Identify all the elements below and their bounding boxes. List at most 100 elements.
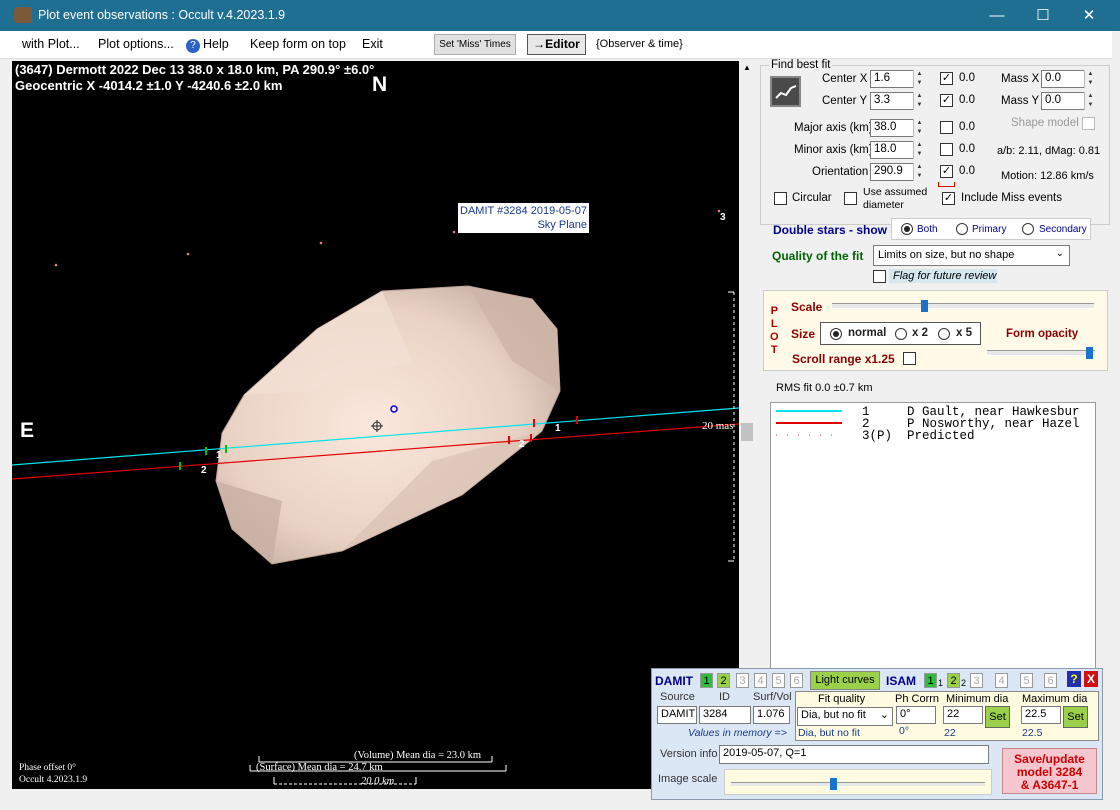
quality-select[interactable]: Limits on size, but no shape ⌄ (873, 245, 1070, 266)
use-assumed-label: Use assumed (863, 186, 928, 198)
scroll-thumb[interactable] (741, 423, 753, 441)
isam-model-3-button[interactable]: 3 (970, 673, 983, 688)
mass-x-input[interactable]: 0.0 (1041, 70, 1085, 88)
secondary-radio[interactable] (1022, 223, 1034, 235)
both-radio[interactable] (901, 223, 913, 235)
max-dia-set-button[interactable]: Set (1063, 706, 1088, 728)
isam-model-1-button[interactable]: 1 (924, 673, 937, 688)
fit-center-x-checkbox[interactable]: ✓ (940, 72, 953, 85)
scale-slider-thumb[interactable] (921, 300, 928, 312)
damit-model-2-button[interactable]: 2 (717, 673, 730, 688)
circular-checkbox[interactable] (774, 192, 787, 205)
size-normal-radio[interactable] (830, 328, 842, 340)
help-icon: ? (186, 39, 200, 53)
primary-radio[interactable] (956, 223, 968, 235)
damit-model-4-button[interactable]: 4 (754, 673, 767, 688)
damit-model-5-button[interactable]: 5 (772, 673, 785, 688)
fit-quality-value: Dia, but no fit (801, 709, 866, 721)
event-plot[interactable]: (3647) Dermott 2022 Dec 13 38.0 x 18.0 k… (12, 61, 739, 789)
version-info-label: Version info (660, 748, 718, 760)
scroll-range-checkbox[interactable] (903, 352, 916, 365)
size-x5-radio[interactable] (938, 328, 950, 340)
opacity-slider[interactable] (987, 347, 1095, 359)
include-miss-checkbox[interactable]: ✓ (942, 192, 955, 205)
form-opacity-label: Form opacity (1006, 328, 1079, 340)
legend-swatches (776, 410, 842, 436)
maximize-button[interactable]: ☐ (1020, 0, 1066, 31)
id-field[interactable]: 3284 (699, 706, 751, 724)
minor-axis-input[interactable]: 18.0 (870, 141, 914, 159)
shape-model-checkbox[interactable] (1082, 117, 1095, 130)
diameter-label: diameter (863, 199, 904, 211)
mass-y-input[interactable]: 0.0 (1041, 92, 1085, 110)
max-dia-field[interactable]: 22.5 (1021, 706, 1061, 724)
fit-major-checkbox[interactable] (940, 121, 953, 134)
center-y-input[interactable]: 3.3 (870, 92, 914, 110)
mass-y-spin-icon[interactable]: ▲ ▼ (1084, 92, 1096, 110)
menu-plot-options[interactable]: Plot options... (98, 37, 174, 51)
image-scale-slider[interactable] (724, 769, 992, 795)
min-dia-field[interactable]: 22 (943, 706, 983, 724)
secondary-label: Secondary (1039, 224, 1087, 235)
app-icon (14, 7, 32, 23)
orientation-spin-icon[interactable]: ▲ ▼ (913, 163, 925, 181)
find-best-fit-button[interactable] (770, 76, 801, 107)
save-update-button[interactable]: Save/update model 3284 & A3647-1 (1002, 748, 1097, 794)
minor-axis-spin-icon[interactable]: ▲ ▼ (913, 141, 925, 159)
scale-slider[interactable] (832, 300, 1094, 312)
use-assumed-diameter-checkbox[interactable] (844, 192, 857, 205)
chevron-down-icon: ⌄ (879, 709, 889, 721)
damit-help-button[interactable]: ? (1067, 671, 1081, 687)
isam-model-2-button[interactable]: 2 (947, 673, 960, 688)
damit-model-3-button[interactable]: 3 (736, 673, 749, 688)
title-bar: Plot event observations : Occult v.4.202… (0, 0, 1120, 31)
center-x-input[interactable]: 1.6 (870, 70, 914, 88)
opacity-slider-thumb[interactable] (1086, 347, 1093, 359)
damit-close-button[interactable]: X (1084, 671, 1098, 687)
close-button[interactable]: ✕ (1066, 0, 1112, 31)
version-info-field[interactable]: 2019-05-07, Q=1 (719, 745, 989, 764)
point-label: 3 (720, 212, 726, 223)
chord-label: 2 (519, 439, 525, 450)
menu-with-plot[interactable]: with Plot... (22, 37, 80, 51)
major-axis-input[interactable]: 38.0 (870, 119, 914, 137)
center-x-spin-icon[interactable]: ▲ ▼ (913, 70, 925, 88)
light-curves-button[interactable]: Light curves (810, 671, 880, 690)
menu-help[interactable]: ? Help (186, 37, 229, 53)
minimize-button[interactable]: — (974, 0, 1020, 31)
version-label: Occult 4.2023.1.9 (19, 775, 88, 785)
mass-x-spin-icon[interactable]: ▲ ▼ (1084, 70, 1096, 88)
menu-exit[interactable]: Exit (362, 37, 383, 51)
isam-model-4-button[interactable]: 4 (995, 673, 1008, 688)
observer-time-menu[interactable]: {Observer & time} (596, 38, 683, 50)
image-scale-thumb[interactable] (830, 778, 837, 790)
size-x2-radio[interactable] (895, 328, 907, 340)
isam-model-5-button[interactable]: 5 (1020, 673, 1033, 688)
orientation-input[interactable]: 290.9 (870, 163, 914, 181)
set-miss-times-button[interactable]: Set 'Miss' Times (434, 34, 516, 55)
scroll-up-icon[interactable]: ▲ (743, 63, 751, 72)
fit-orientation-checkbox[interactable]: ✓ (940, 165, 953, 178)
surfvol-field[interactable]: 1.076 (753, 706, 790, 724)
isam-model-6-button[interactable]: 6 (1044, 673, 1057, 688)
flag-review-checkbox[interactable] (873, 270, 886, 283)
fit-quality-select[interactable]: Dia, but no fit ⌄ (797, 707, 893, 726)
damit-model-1-button[interactable]: 1 (700, 673, 713, 688)
plot-header-line2: Geocentric X -4014.2 ±1.0 Y -4240.6 ±2.0… (15, 78, 283, 93)
center-y-spin-icon[interactable]: ▲ ▼ (913, 92, 925, 110)
source-field[interactable]: DAMIT (657, 706, 697, 724)
menu-keep-on-top[interactable]: Keep form on top (250, 37, 346, 51)
min-dia-set-button[interactable]: Set (985, 706, 1010, 728)
minor-axis-label: Minor axis (km) (794, 144, 873, 156)
fit-minor-checkbox[interactable] (940, 143, 953, 156)
chord-label: 1 (216, 450, 222, 461)
major-axis-spin-icon[interactable]: ▲ ▼ (913, 119, 925, 137)
legend-row: 3(P) Predicted (862, 429, 975, 443)
damit-model-6-button[interactable]: 6 (790, 673, 803, 688)
ph-corrn-field[interactable]: 0° (896, 706, 936, 724)
size-x5-label: x 5 (956, 327, 972, 339)
id-label: ID (719, 691, 730, 703)
plot-header-line1: (3647) Dermott 2022 Dec 13 38.0 x 18.0 k… (15, 62, 375, 77)
editor-button[interactable]: →Editor (527, 34, 586, 55)
fit-center-y-checkbox[interactable]: ✓ (940, 94, 953, 107)
